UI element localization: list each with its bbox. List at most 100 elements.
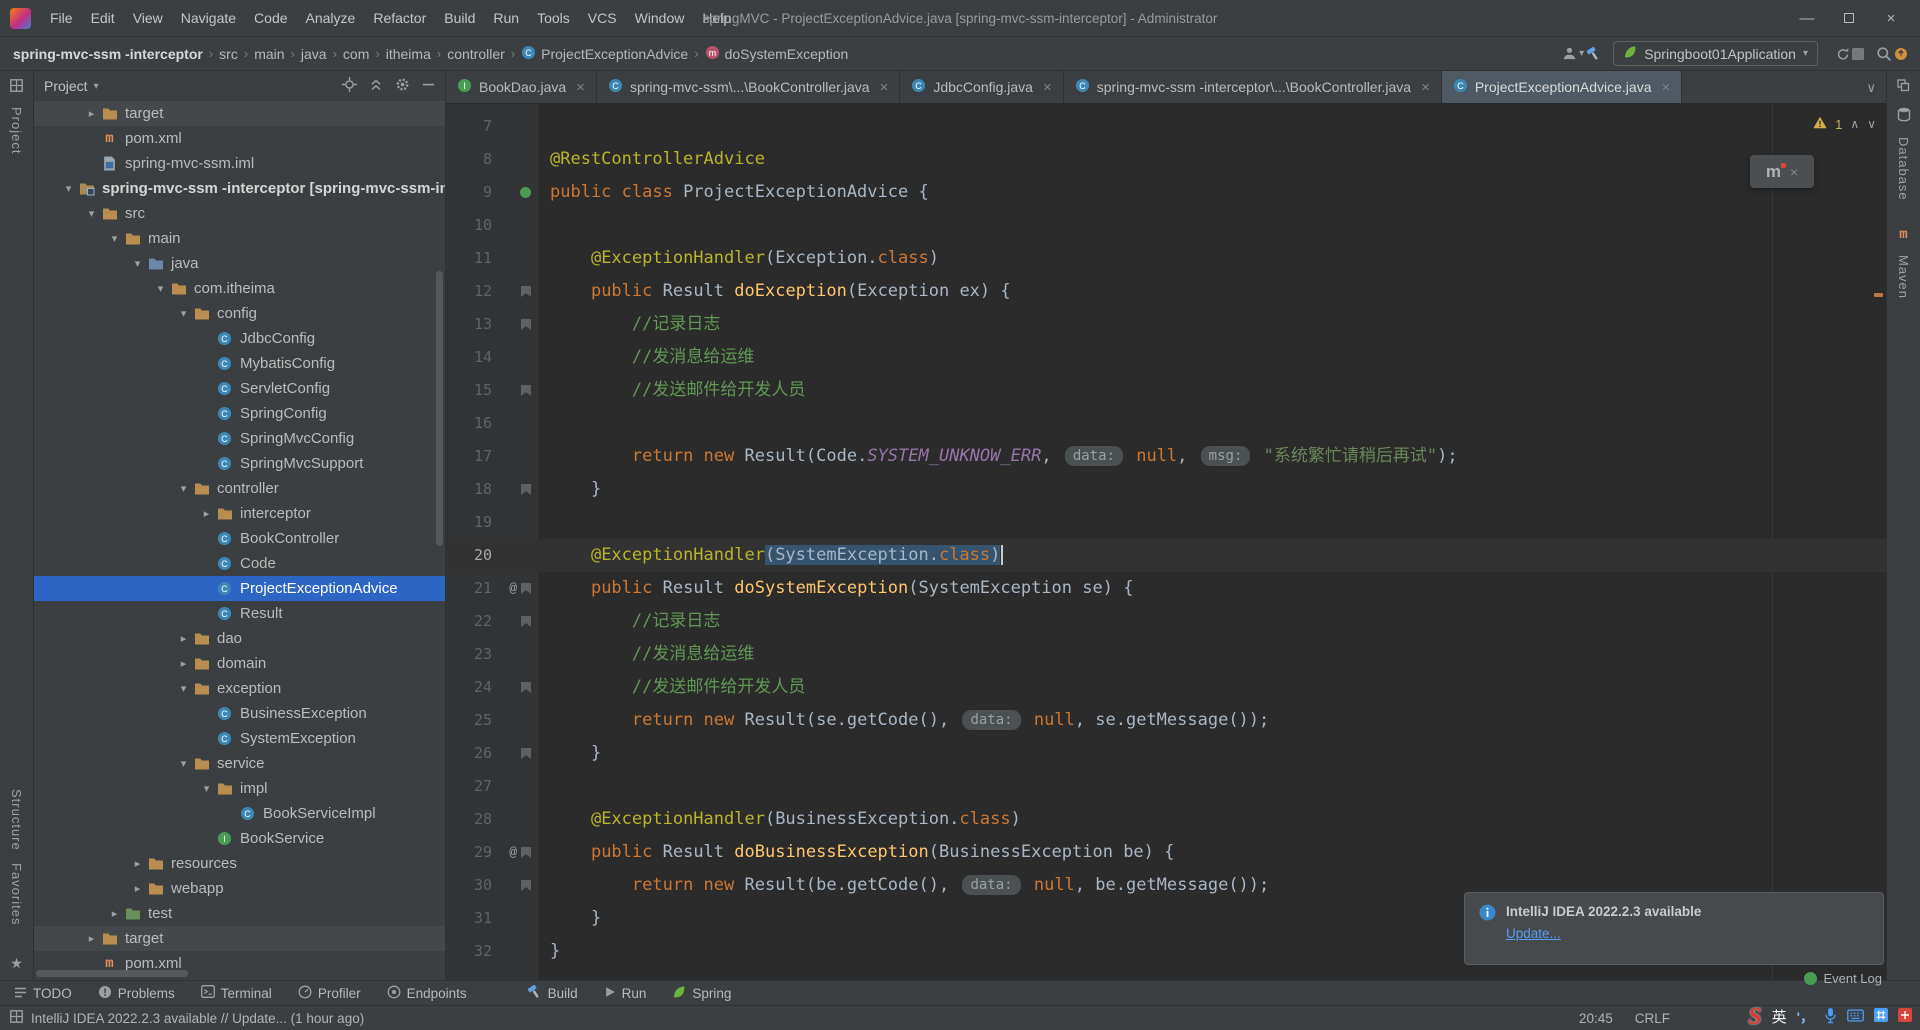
breadcrumb-item[interactable]: controller — [446, 46, 506, 62]
tree-item-mybatisconfig[interactable]: C MybatisConfig — [34, 351, 445, 376]
tree-item-service[interactable]: ▾ service — [34, 751, 445, 776]
close-tab-icon[interactable]: × — [576, 79, 585, 96]
line-number[interactable]: 13 — [446, 308, 492, 341]
breadcrumb-item[interactable]: m doSystemException — [704, 45, 850, 63]
tree-item-config[interactable]: ▾ config — [34, 301, 445, 326]
run-config-selector[interactable]: Springboot01Application ▾ — [1613, 41, 1818, 66]
sidebar-item-database[interactable]: Database — [1896, 137, 1911, 201]
gutter-icons[interactable] — [492, 671, 538, 704]
gutter-icons[interactable] — [492, 440, 538, 473]
tree-item-servletconfig[interactable]: C ServletConfig — [34, 376, 445, 401]
menu-code[interactable]: Code — [245, 10, 296, 26]
build-hammer-icon[interactable] — [1586, 46, 1601, 61]
breadcrumb-item[interactable]: main — [253, 46, 285, 62]
class-gutter-icon[interactable] — [520, 187, 531, 198]
line-number[interactable]: 15 — [446, 374, 492, 407]
line-number[interactable]: 10 — [446, 209, 492, 242]
sidebar-item-project[interactable]: Project — [9, 107, 24, 154]
tree-toggle-icon[interactable]: ▾ — [83, 207, 100, 220]
gutter-icons[interactable]: @ — [492, 836, 538, 869]
gutter-icons[interactable] — [492, 242, 538, 275]
minimize-button[interactable]: — — [1786, 0, 1828, 37]
close-tab-icon[interactable]: × — [1421, 79, 1430, 96]
annotation-gutter-icon[interactable]: @ — [509, 572, 517, 605]
microphone-icon[interactable] — [1824, 1007, 1837, 1027]
line-number[interactable]: 29 — [446, 836, 492, 869]
tree-item-test[interactable]: ▸ test — [34, 901, 445, 926]
line-ending-indicator[interactable]: CRLF — [1635, 1011, 1670, 1026]
gutter-icons[interactable] — [492, 275, 538, 308]
line-number[interactable]: 8 — [446, 143, 492, 176]
breadcrumb-item[interactable]: spring-mvc-ssm -interceptor — [12, 46, 204, 62]
close-button[interactable]: × — [1870, 0, 1912, 37]
maximize-button[interactable] — [1828, 0, 1870, 37]
tree-item-result[interactable]: C Result — [34, 601, 445, 626]
bookmark-star-icon[interactable]: ★ — [10, 955, 23, 972]
tree-item-bookcontroller[interactable]: C BookController — [34, 526, 445, 551]
gutter-icons[interactable] — [492, 341, 538, 374]
sidebar-item-structure[interactable]: Structure — [9, 789, 24, 851]
tree-item-spring-mvc-ssm-interceptor-spring-mvc-ssm-int-[interactable]: ▾ spring-mvc-ssm -interceptor [spring-mvc… — [34, 176, 445, 201]
gutter-icons[interactable] — [492, 737, 538, 770]
line-number[interactable]: 24 — [446, 671, 492, 704]
gutter-icons[interactable] — [492, 605, 538, 638]
gear-icon[interactable] — [395, 77, 410, 95]
tree-item-impl[interactable]: ▾ impl — [34, 776, 445, 801]
tree-toggle-icon[interactable]: ▾ — [175, 757, 192, 770]
ime-skin-icon[interactable] — [1898, 1008, 1912, 1025]
chevron-down-icon[interactable]: ▾ — [94, 81, 99, 92]
tree-item-bookserviceimpl[interactable]: C BookServiceImpl — [34, 801, 445, 826]
gutter-marker-icon[interactable] — [521, 748, 531, 759]
ime-language-toggle[interactable]: 英 — [1772, 1006, 1787, 1027]
tree-item-springmvcsupport[interactable]: C SpringMvcSupport — [34, 451, 445, 476]
tree-toggle-icon[interactable]: ▸ — [175, 657, 192, 670]
gutter-marker-icon[interactable] — [521, 682, 531, 693]
menu-analyze[interactable]: Analyze — [297, 10, 365, 26]
tree-toggle-icon[interactable]: ▸ — [129, 857, 146, 870]
tree-item-springmvcconfig[interactable]: C SpringMvcConfig — [34, 426, 445, 451]
ime-toolbox-icon[interactable] — [1874, 1008, 1888, 1025]
tree-toggle-icon[interactable]: ▾ — [106, 232, 123, 245]
line-number[interactable]: 25 — [446, 704, 492, 737]
menu-navigate[interactable]: Navigate — [172, 10, 245, 26]
gutter-icons[interactable] — [492, 638, 538, 671]
gutter-icons[interactable] — [492, 176, 538, 209]
gutter-icons[interactable] — [492, 869, 538, 902]
hide-panel-icon[interactable] — [422, 78, 435, 94]
tree-toggle-icon[interactable]: ▸ — [83, 107, 100, 120]
tree-toggle-icon[interactable]: ▾ — [129, 257, 146, 270]
status-message[interactable]: IntelliJ IDEA 2022.2.3 available // Upda… — [31, 1011, 364, 1026]
tree-item-exception[interactable]: ▾ exception — [34, 676, 445, 701]
gutter-icons[interactable] — [492, 110, 538, 143]
tab-bookdao-java[interactable]: I BookDao.java × — [446, 71, 597, 103]
line-number[interactable]: 31 — [446, 902, 492, 935]
breadcrumb-item[interactable]: java — [300, 46, 328, 62]
tree-item-src[interactable]: ▾ src — [34, 201, 445, 226]
line-number[interactable]: 19 — [446, 506, 492, 539]
gutter-icons[interactable] — [492, 539, 538, 572]
update-icon[interactable] — [1894, 47, 1908, 61]
tool-window-button-profiler[interactable]: Profiler — [298, 985, 361, 1002]
close-tab-icon[interactable]: × — [880, 79, 889, 96]
gutter-icons[interactable] — [492, 506, 538, 539]
line-number[interactable]: 16 — [446, 407, 492, 440]
tree-item-dao[interactable]: ▸ dao — [34, 626, 445, 651]
line-number[interactable]: 22 — [446, 605, 492, 638]
menu-build[interactable]: Build — [435, 10, 484, 26]
hidden-tabs-icon[interactable]: ∨ — [1866, 71, 1876, 104]
tree-toggle-icon[interactable]: ▾ — [175, 307, 192, 320]
tree-toggle-icon[interactable]: ▸ — [83, 932, 100, 945]
next-problem-icon[interactable]: ∨ — [1867, 117, 1876, 131]
tool-window-button-todo[interactable]: TODO — [14, 986, 72, 1001]
gutter-icons[interactable] — [492, 803, 538, 836]
gutter-icons[interactable] — [492, 704, 538, 737]
menu-view[interactable]: View — [124, 10, 172, 26]
tree-item-main[interactable]: ▾ main — [34, 226, 445, 251]
code-editor[interactable]: 7 8 @RestControllerAdvice 9 public class Pro… — [446, 104, 1886, 980]
locate-file-icon[interactable] — [342, 77, 357, 95]
line-number[interactable]: 26 — [446, 737, 492, 770]
event-log-button[interactable]: Event Log — [1804, 971, 1882, 986]
tree-item-code[interactable]: C Code — [34, 551, 445, 576]
gutter-marker-icon[interactable] — [521, 616, 531, 627]
breadcrumb-item[interactable]: com — [342, 46, 370, 62]
